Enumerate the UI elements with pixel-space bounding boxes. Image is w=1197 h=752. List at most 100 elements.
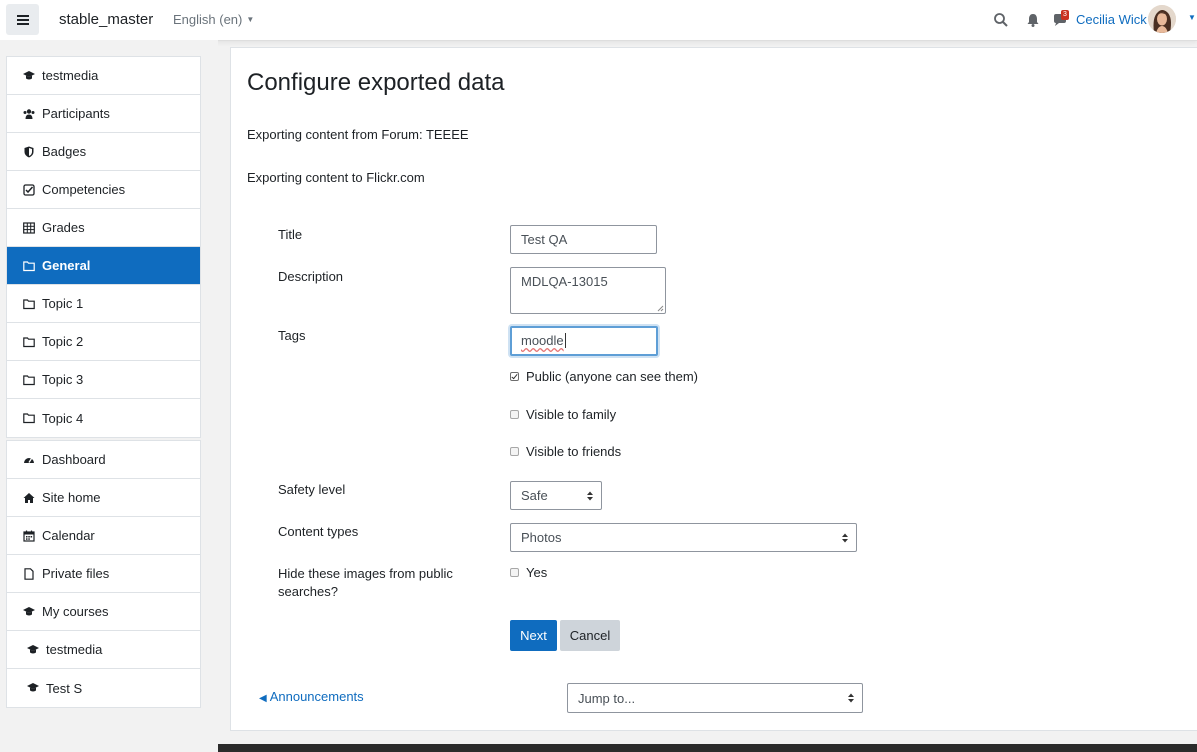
side-drawer-toggle-button[interactable] <box>6 4 39 35</box>
home-icon <box>23 492 35 503</box>
description-textarea[interactable]: MDLQA-13015 <box>510 267 666 314</box>
calendar-icon <box>23 530 35 542</box>
chevron-down-icon: ▼ <box>246 15 255 24</box>
language-menu[interactable]: English (en) ▼ <box>173 12 254 27</box>
description-label: Description <box>278 269 344 284</box>
tags-value: moodle <box>521 333 564 348</box>
text-cursor <box>564 333 566 348</box>
nav-item-course-testmedia[interactable]: testmedia <box>7 631 200 669</box>
nav-item-label: My courses <box>42 604 109 619</box>
hamburger-icon <box>16 14 29 25</box>
dashboard-icon <box>24 457 34 463</box>
family-checkbox-label[interactable]: Visible to family <box>526 407 616 422</box>
safety-level-value: Safe <box>521 488 548 503</box>
folder-icon <box>23 413 35 424</box>
friends-checkbox[interactable] <box>510 447 519 456</box>
nav-item-topic-3[interactable]: Topic 3 <box>7 361 200 399</box>
nav-drawer: testmedia Participants Badges Competenci… <box>0 40 218 752</box>
users-icon <box>23 108 35 119</box>
safety-level-select[interactable]: Safe <box>510 481 602 510</box>
nav-item-label: Competencies <box>42 182 126 197</box>
content-types-select[interactable]: Photos <box>510 523 857 552</box>
friends-checkbox-label[interactable]: Visible to friends <box>526 444 621 459</box>
nav-item-label: Topic 4 <box>42 410 84 426</box>
folder-icon <box>23 374 35 385</box>
shield-icon <box>24 146 34 157</box>
user-menu-caret-icon[interactable]: ▼ <box>1188 13 1196 22</box>
content-types-label: Content types <box>278 524 359 539</box>
nav-item-label: Grades <box>42 220 85 235</box>
page-footer <box>218 744 1197 752</box>
nav-item-private-files[interactable]: Private files <box>7 555 200 593</box>
navbar: stable_master English (en) ▼ 3 Cecilia Wi… <box>0 0 1197 41</box>
nav-item-badges[interactable]: Badges <box>7 133 200 171</box>
resize-handle-icon[interactable] <box>657 305 664 312</box>
nav-item-competencies[interactable]: Competencies <box>7 171 200 209</box>
previous-activity-link[interactable]: ◀ Announcements <box>259 689 364 704</box>
safety-level-label: Safety level <box>278 482 346 497</box>
nav-item-topic-4[interactable]: Topic 4 <box>7 399 200 437</box>
public-checkbox[interactable] <box>510 372 519 381</box>
export-source-info: Exporting content from Forum: TEEEE <box>247 127 469 142</box>
message-count-badge: 3 <box>1061 10 1069 20</box>
folder-icon <box>23 336 35 347</box>
cancel-button[interactable]: Cancel <box>560 620 620 651</box>
main-region: Configure exported data Exporting conten… <box>230 47 1197 731</box>
nav-item-topic-1[interactable]: Topic 1 <box>7 285 200 323</box>
nav-item-site-home[interactable]: Site home <box>7 479 200 517</box>
nav-item-label: Participants <box>42 106 110 121</box>
hide-from-search-label: Hide these images from public searches? <box>278 566 453 599</box>
nav-item-label: Topic 1 <box>42 296 84 311</box>
nav-item-topic-2[interactable]: Topic 2 <box>7 323 200 361</box>
tags-label: Tags <box>278 328 306 343</box>
description-value: MDLQA-13015 <box>521 274 608 289</box>
select-arrows-icon <box>587 491 593 500</box>
graduation-cap-icon <box>27 644 39 653</box>
nav-item-my-courses[interactable]: My courses <box>7 593 200 631</box>
folder-icon <box>23 260 35 271</box>
hide-from-search-option-label[interactable]: Yes <box>526 565 547 580</box>
avatar[interactable] <box>1148 5 1176 33</box>
nav-item-calendar[interactable]: Calendar <box>7 517 200 555</box>
check-square-icon <box>23 183 35 196</box>
hide-from-search-checkbox[interactable] <box>510 568 519 577</box>
nav-item-label: Test S <box>46 680 83 696</box>
select-arrows-icon <box>842 533 848 542</box>
select-arrows-icon <box>848 693 854 703</box>
jump-to-value: Jump to... <box>578 690 636 706</box>
site-name[interactable]: stable_master <box>59 11 153 28</box>
nav-item-participants[interactable]: Participants <box>7 95 200 133</box>
nav-item-grades[interactable]: Grades <box>7 209 200 247</box>
tags-input[interactable]: moodle <box>510 326 658 356</box>
graduation-cap-icon <box>27 683 39 692</box>
public-checkbox-label[interactable]: Public (anyone can see them) <box>526 369 698 384</box>
user-menu-name[interactable]: Cecilia Wick <box>1076 12 1147 27</box>
nav-item-general[interactable]: General <box>7 247 200 285</box>
nav-item-label: testmedia <box>46 642 103 657</box>
content-types-value: Photos <box>521 530 562 545</box>
table-icon <box>23 221 35 234</box>
title-input[interactable]: Test QA <box>510 225 657 254</box>
bell-icon[interactable] <box>1025 12 1041 28</box>
graduation-cap-icon <box>23 606 35 615</box>
user-avatar-image <box>1148 5 1176 33</box>
next-button[interactable]: Next <box>510 620 557 651</box>
nav-item-label: Calendar <box>42 528 95 543</box>
family-checkbox[interactable] <box>510 410 519 419</box>
nav-item-label: Topic 2 <box>42 334 84 349</box>
caret-left-icon: ◀ <box>259 693 267 704</box>
file-icon <box>24 567 34 580</box>
course-navigation: testmedia Participants Badges Competenci… <box>6 56 201 438</box>
nav-item-label: Badges <box>42 144 87 159</box>
nav-item-label: testmedia <box>42 68 99 83</box>
previous-activity-label: Announcements <box>269 689 364 704</box>
nav-item-label: Site home <box>42 490 101 505</box>
nav-item-course-test-s[interactable]: Test S <box>7 669 200 707</box>
nav-item-testmedia[interactable]: testmedia <box>7 57 200 95</box>
site-navigation: Dashboard Site home Calendar Private fil… <box>6 440 201 708</box>
jump-to-select[interactable]: Jump to... <box>567 683 863 713</box>
title-label: Title <box>278 227 303 242</box>
search-icon[interactable] <box>993 12 1009 28</box>
nav-item-dashboard[interactable]: Dashboard <box>7 441 200 479</box>
nav-item-label: Dashboard <box>42 452 106 467</box>
